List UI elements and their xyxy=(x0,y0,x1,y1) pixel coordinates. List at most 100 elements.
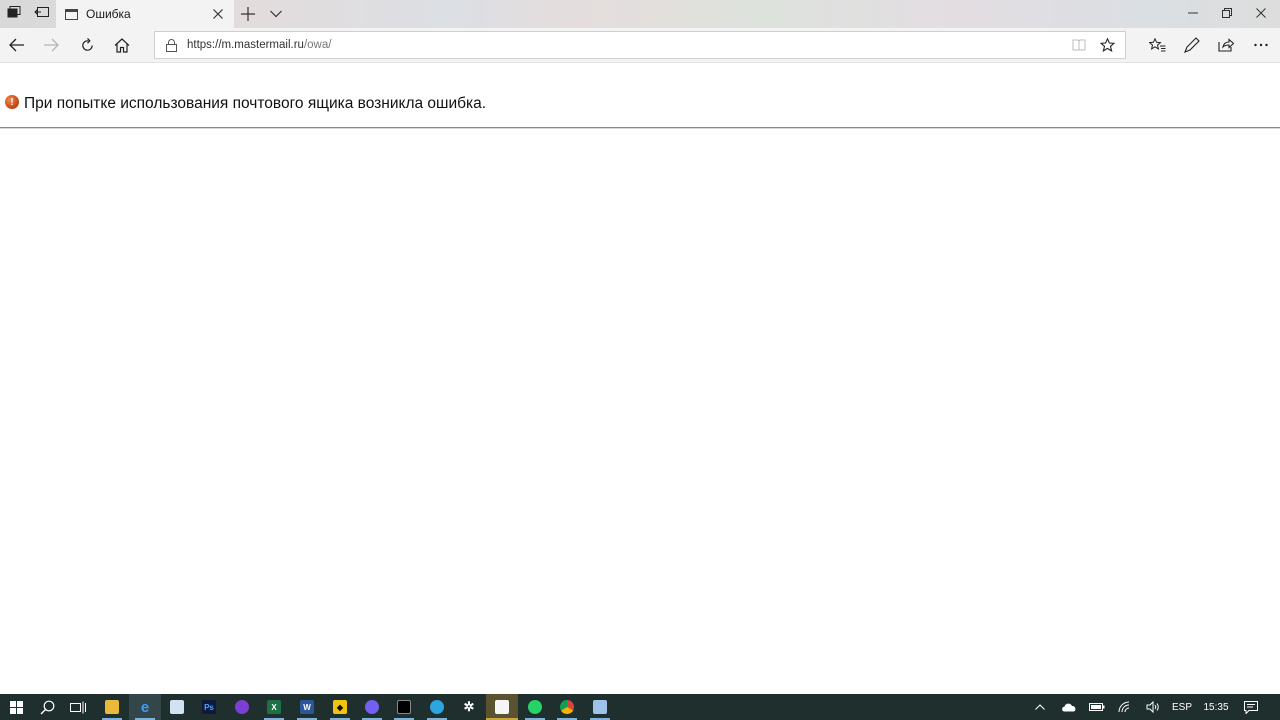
back-button[interactable] xyxy=(2,30,32,60)
new-tab-button[interactable] xyxy=(238,4,258,24)
taskbar-excel[interactable]: X xyxy=(258,694,290,720)
restore-tabs-icon xyxy=(34,5,50,23)
taskbar-photoshop[interactable]: Ps xyxy=(193,694,225,720)
restore-icon xyxy=(1222,8,1232,18)
task-view-button[interactable] xyxy=(62,694,94,720)
close-window-button[interactable] xyxy=(1244,0,1278,26)
close-icon xyxy=(213,9,223,19)
terminal-icon xyxy=(397,700,411,714)
tor-icon xyxy=(235,700,249,714)
word-icon: W xyxy=(300,700,314,714)
file-explorer-icon xyxy=(105,700,119,714)
restore-button[interactable] xyxy=(1210,0,1244,26)
error-message: При попытке использования почтового ящик… xyxy=(24,95,487,112)
taskbar-edge[interactable]: e xyxy=(129,694,161,720)
settings-icon: ✲ xyxy=(463,699,475,714)
tabs-aside-button[interactable] xyxy=(0,0,28,28)
taskbar-chrome[interactable] xyxy=(551,694,583,720)
taskbar: e Ps X W ◆ ✲ ESP 15:35 xyxy=(0,694,1280,720)
clock-time: 15:35 xyxy=(1203,701,1229,713)
notes-icon xyxy=(1184,37,1200,53)
search-button[interactable] xyxy=(31,694,63,720)
forward-icon xyxy=(44,38,59,52)
taskbar-word[interactable]: W xyxy=(291,694,323,720)
notification-icon xyxy=(1244,700,1258,714)
store-icon xyxy=(170,700,184,714)
network-button[interactable] xyxy=(1114,694,1136,720)
error-line: ! При попытке использования почтового ящ… xyxy=(5,95,486,113)
home-button[interactable] xyxy=(107,30,137,60)
back-icon xyxy=(9,38,24,52)
taskbar-batman[interactable]: ◆ xyxy=(324,694,356,720)
tab-close-button[interactable] xyxy=(210,6,226,22)
chevron-up-icon xyxy=(1035,704,1045,710)
more-icon xyxy=(1254,43,1268,47)
tab-strip: Ошибка xyxy=(0,0,1280,28)
start-button[interactable] xyxy=(0,694,32,720)
tab-overflow-button[interactable] xyxy=(266,4,286,24)
url-host: https://m.mastermail.ru xyxy=(187,39,304,51)
taskbar-store[interactable] xyxy=(161,694,193,720)
page-content: ! При попытке использования почтового ящ… xyxy=(0,64,1280,694)
nav-bar: https://m.mastermail.ru/owa/ xyxy=(0,28,1280,63)
notes-button[interactable] xyxy=(1177,30,1207,60)
taskbar-telegram[interactable] xyxy=(421,694,453,720)
plus-icon xyxy=(241,7,255,21)
onedrive-button[interactable] xyxy=(1058,694,1080,720)
home-icon xyxy=(114,37,130,53)
chevron-down-icon xyxy=(270,10,282,18)
lock-icon xyxy=(163,37,179,53)
minimize-button[interactable] xyxy=(1176,0,1210,26)
notes-app-icon xyxy=(593,700,607,714)
tab-title: Ошибка xyxy=(86,7,131,21)
page-icon xyxy=(65,8,78,20)
excel-icon: X xyxy=(267,700,281,714)
taskbar-file-explorer[interactable] xyxy=(96,694,128,720)
taskbar-terminal[interactable] xyxy=(388,694,420,720)
search-icon xyxy=(40,700,54,714)
taskbar-settings[interactable]: ✲ xyxy=(453,694,485,720)
chrome-icon xyxy=(560,700,574,714)
task-view-icon xyxy=(70,701,86,713)
telegram-icon xyxy=(430,700,444,714)
battery-button[interactable] xyxy=(1086,694,1108,720)
error-icon: ! xyxy=(5,95,19,109)
clock[interactable]: 15:35 xyxy=(1198,694,1234,720)
favorites-icon xyxy=(1148,38,1165,52)
taskbar-notes-app[interactable] xyxy=(584,694,616,720)
screen: Ошибка https://m.mastermail.ru/owa/ ! Пр… xyxy=(0,0,1280,720)
reading-view-icon xyxy=(1072,39,1086,51)
taskbar-calendar[interactable] xyxy=(486,694,518,720)
reading-view-button[interactable] xyxy=(1071,37,1087,53)
photoshop-icon: Ps xyxy=(202,700,216,714)
refresh-button[interactable] xyxy=(72,30,102,60)
windows-logo-icon xyxy=(9,700,23,714)
calendar-icon xyxy=(495,700,509,714)
tab-active[interactable]: Ошибка xyxy=(56,0,234,28)
url-text[interactable]: https://m.mastermail.ru/owa/ xyxy=(187,39,331,51)
language-indicator[interactable]: ESP xyxy=(1168,694,1196,720)
taskbar-tor[interactable] xyxy=(226,694,258,720)
tabs-aside-icon xyxy=(7,5,21,23)
minimize-icon xyxy=(1188,12,1198,14)
wifi-icon xyxy=(1118,701,1130,713)
volume-button[interactable] xyxy=(1142,694,1164,720)
refresh-icon xyxy=(81,37,93,51)
url-path: /owa/ xyxy=(303,39,332,51)
taskbar-viber[interactable] xyxy=(356,694,388,720)
favorites-button[interactable] xyxy=(1142,30,1172,60)
more-button[interactable] xyxy=(1246,30,1276,60)
edge-icon: e xyxy=(140,698,150,716)
restore-tabs-button[interactable] xyxy=(28,0,56,28)
forward-button[interactable] xyxy=(36,30,66,60)
divider xyxy=(0,127,1280,129)
taskbar-whatsapp[interactable] xyxy=(519,694,551,720)
share-button[interactable] xyxy=(1211,30,1241,60)
action-center-button[interactable] xyxy=(1240,694,1262,720)
battery-icon xyxy=(1089,703,1105,711)
show-hidden-icons-button[interactable] xyxy=(1030,694,1050,720)
share-icon xyxy=(1218,38,1234,52)
address-bar[interactable]: https://m.mastermail.ru/owa/ xyxy=(154,31,1126,59)
close-icon xyxy=(1256,8,1266,18)
add-favorite-button[interactable] xyxy=(1099,37,1115,53)
